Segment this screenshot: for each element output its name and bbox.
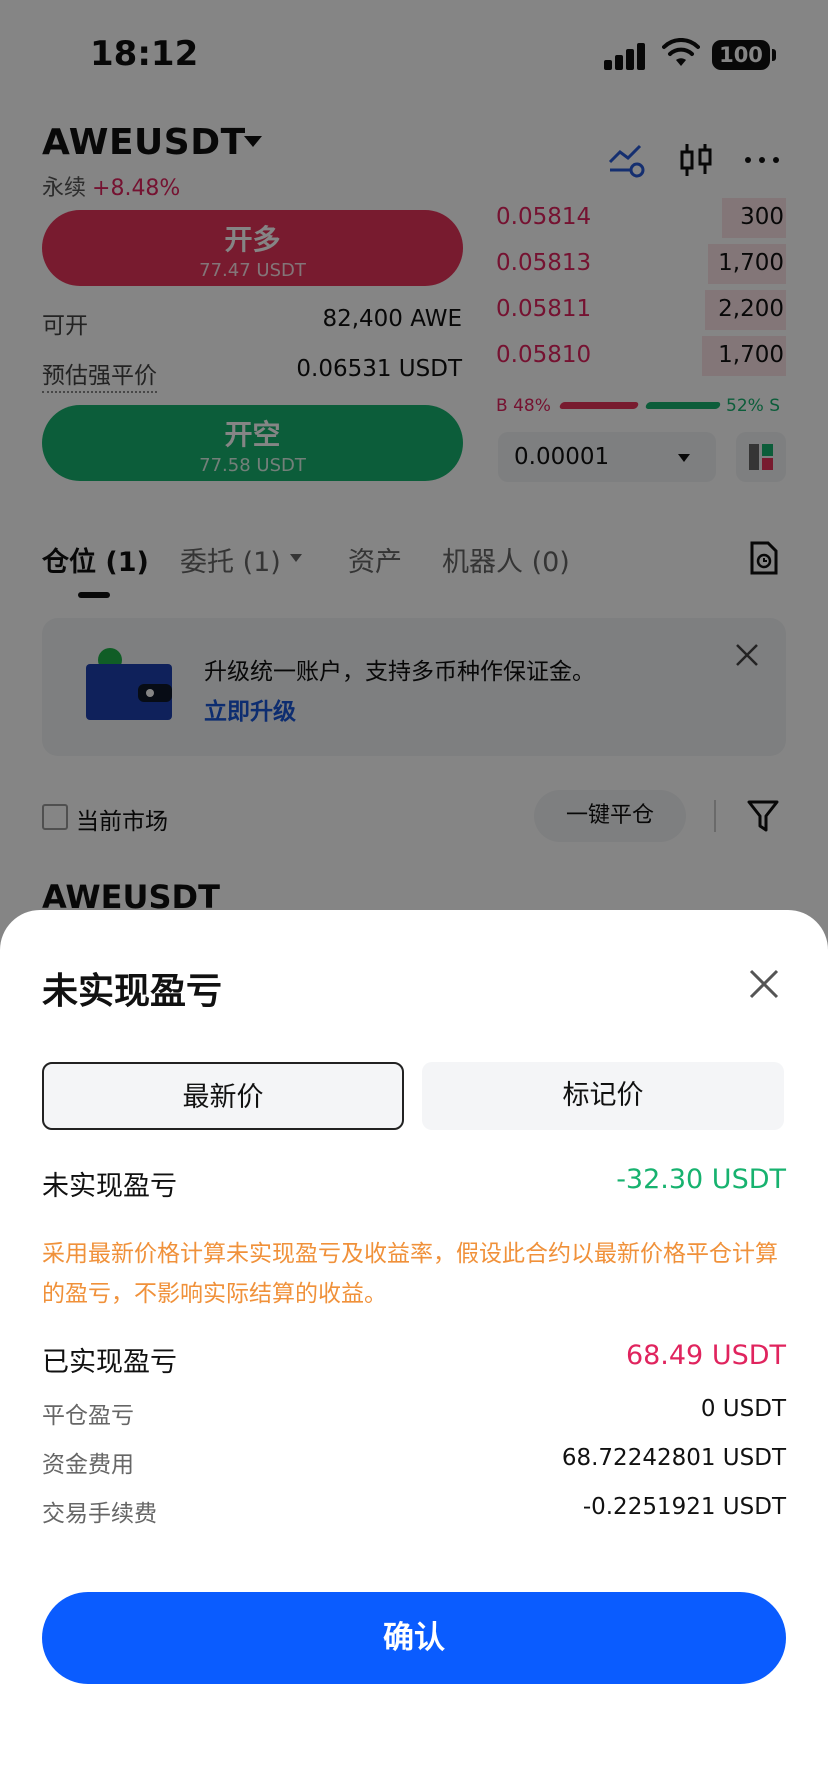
close-icon[interactable] — [748, 968, 780, 1000]
pnl-note: 采用最新价格计算未实现盈亏及收益率，假设此合约以最新价格平仓计算的盈亏，不影响实… — [42, 1241, 778, 1307]
trading-fee-value: -0.2251921 USDT — [582, 1494, 786, 1520]
tab-mark-price[interactable]: 标记价 — [422, 1062, 784, 1130]
funding-fee-value: 68.72242801 USDT — [561, 1445, 786, 1471]
sheet-title: 未实现盈亏 — [42, 971, 223, 1012]
unrealized-pnl-label: 未实现盈亏 — [42, 1171, 177, 1202]
close-pnl-value: 0 USDT — [700, 1396, 786, 1422]
funding-fee-label: 资金费用 — [42, 1452, 134, 1478]
unrealized-pnl-value: -32.30 USDT — [616, 1164, 786, 1195]
realized-pnl-label: 已实现盈亏 — [42, 1347, 177, 1378]
tab-last-price[interactable]: 最新价 — [42, 1062, 404, 1130]
realized-pnl-value: 68.49 USDT — [625, 1340, 786, 1371]
close-pnl-label: 平仓盈亏 — [42, 1403, 134, 1429]
trading-fee-label: 交易手续费 — [42, 1501, 157, 1527]
confirm-button[interactable]: 确认 — [42, 1592, 786, 1684]
